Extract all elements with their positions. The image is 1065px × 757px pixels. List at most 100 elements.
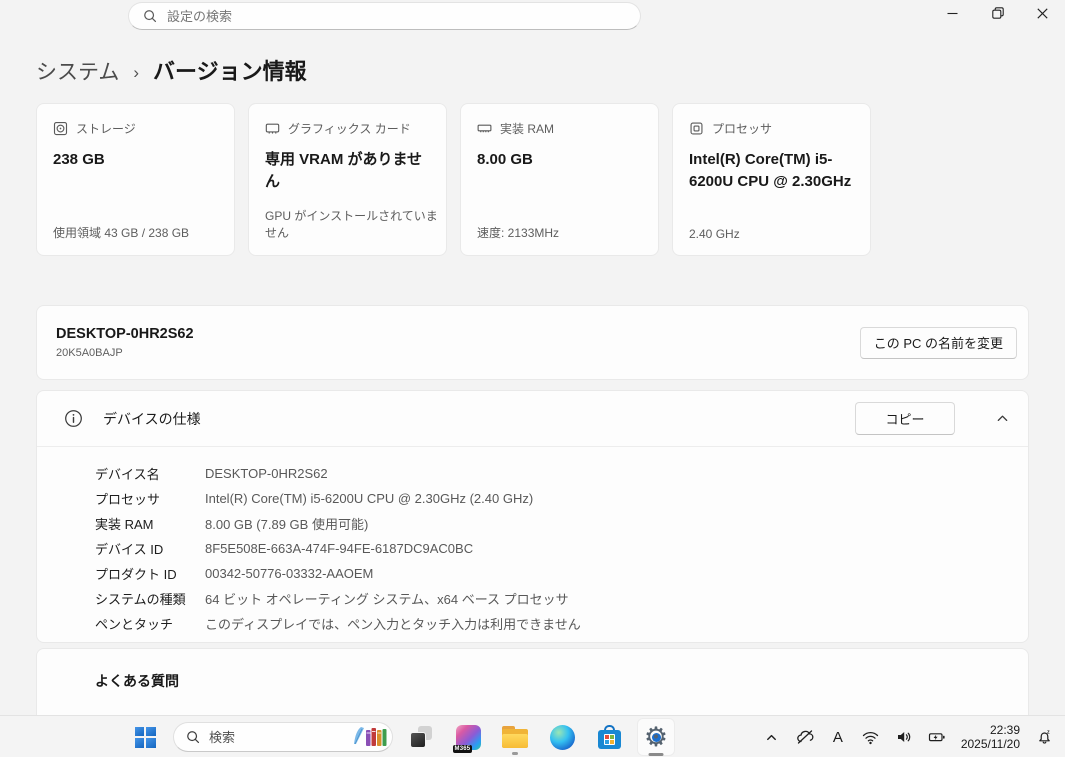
breadcrumb-separator-icon: › (133, 63, 139, 83)
spec-label: 実装 RAM (95, 514, 205, 533)
graphics-card-value: 専用 VRAM がありません (265, 149, 430, 193)
spec-label: プロセッサ (95, 489, 205, 508)
ime-mode-label: A (833, 729, 843, 746)
settings-search-input[interactable] (167, 9, 626, 24)
volume-button[interactable] (891, 720, 917, 754)
chevron-up-icon (996, 412, 1009, 425)
settings-search-box[interactable] (128, 2, 641, 30)
spec-value: DESKTOP-0HR2S62 (205, 466, 328, 481)
m365-copilot-button[interactable]: M365 (449, 718, 487, 756)
window-controls (930, 0, 1065, 26)
wifi-icon (862, 730, 879, 745)
m365-copilot-icon: M365 (456, 725, 481, 750)
speaker-icon (896, 729, 912, 745)
minimize-button[interactable] (930, 0, 975, 26)
taskbar-search-box[interactable] (173, 722, 393, 752)
tray-overflow-button[interactable] (759, 720, 785, 754)
device-specs-panel: デバイスの仕様 コピー デバイス名 DESKTOP-0HR2S62 プロセッサ … (36, 390, 1029, 643)
spec-label: デバイス名 (95, 464, 205, 483)
spec-row-device-id: デバイス ID 8F5E508E-663A-474F-94FE-6187DC9A… (95, 536, 1028, 561)
breadcrumb: システム › バージョン情報 (36, 54, 307, 86)
collapse-section-button[interactable] (987, 404, 1017, 434)
clock-time: 22:39 (961, 723, 1020, 737)
processor-card-value: Intel(R) Core(TM) i5-6200U CPU @ 2.30GHz (689, 149, 854, 193)
graphics-card-footer: GPU がインストールされていません (265, 207, 446, 241)
spec-value: このディスプレイでは、ペン入力とタッチ入力は利用できません (205, 614, 581, 633)
storage-card-value: 238 GB (53, 149, 218, 171)
edge-button[interactable] (543, 718, 581, 756)
clock-date: 2025/11/20 (961, 737, 1020, 751)
graphics-card: グラフィックス カード 専用 VRAM がありません GPU がインストールされ… (248, 103, 447, 256)
spec-value: 8.00 GB (7.89 GB 使用可能) (205, 514, 368, 533)
spec-row-ram: 実装 RAM 8.00 GB (7.89 GB 使用可能) (95, 511, 1028, 536)
onedrive-paused-icon (796, 729, 814, 745)
battery-charging-icon (928, 729, 946, 745)
taskbar-center: M365 ⚙ (126, 716, 675, 757)
spec-label: ペンとタッチ (95, 614, 205, 633)
wifi-button[interactable] (858, 720, 884, 754)
ram-card-footer: 速度: 2133MHz (477, 224, 559, 241)
summary-cards: ストレージ 238 GB 使用領域 43 GB / 238 GB グラフィックス… (36, 103, 871, 256)
info-icon (64, 409, 83, 428)
chevron-up-icon (764, 730, 779, 745)
edge-icon (550, 725, 575, 750)
settings-window: システム › バージョン情報 ストレージ 238 GB 使用領域 43 GB /… (0, 0, 1065, 757)
device-name-panel: DESKTOP-0HR2S62 20K5A0BAJP この PC の名前を変更 (36, 305, 1029, 380)
settings-app-button[interactable]: ⚙ (637, 718, 675, 756)
spec-row-device-name: デバイス名 DESKTOP-0HR2S62 (95, 461, 1028, 486)
cpu-icon (689, 121, 704, 136)
spec-row-product-id: プロダクト ID 00342-50776-03332-AAOEM (95, 561, 1028, 586)
gpu-icon (265, 121, 280, 136)
spec-label: プロダクト ID (95, 564, 205, 583)
system-tray: A (759, 716, 1057, 757)
bell-dnd-icon: z (1036, 729, 1053, 746)
task-view-button[interactable] (402, 718, 440, 756)
spec-row-system-type: システムの種類 64 ビット オペレーティング システム、x64 ベース プロセ… (95, 586, 1028, 611)
device-specs-title: デバイスの仕様 (103, 409, 835, 429)
storage-card: ストレージ 238 GB 使用領域 43 GB / 238 GB (36, 103, 235, 256)
graphics-card-label: グラフィックス カード (288, 120, 411, 137)
spec-value: 8F5E508E-663A-474F-94FE-6187DC9AC0BC (205, 541, 473, 556)
clock[interactable]: 22:39 2025/11/20 (957, 723, 1024, 751)
spec-value: 64 ビット オペレーティング システム、x64 ベース プロセッサ (205, 589, 569, 608)
storage-icon (53, 121, 68, 136)
spec-value: Intel(R) Core(TM) i5-6200U CPU @ 2.30GHz… (205, 491, 533, 506)
ram-icon (477, 121, 492, 136)
battery-button[interactable] (924, 720, 950, 754)
ime-mode-button[interactable]: A (825, 720, 851, 754)
breadcrumb-system[interactable]: システム (36, 56, 119, 86)
search-icon (186, 730, 200, 744)
processor-card-label: プロセッサ (712, 120, 772, 137)
spec-row-pen-touch: ペンとタッチ このディスプレイでは、ペン入力とタッチ入力は利用できません (95, 611, 1028, 636)
device-name: DESKTOP-0HR2S62 (56, 326, 860, 342)
restore-button[interactable] (975, 0, 1020, 26)
rename-pc-button[interactable]: この PC の名前を変更 (860, 327, 1017, 359)
device-specs-header[interactable]: デバイスの仕様 コピー (37, 391, 1028, 446)
taskbar: M365 ⚙ (0, 715, 1065, 757)
spec-value: 00342-50776-03332-AAOEM (205, 566, 373, 581)
processor-card: プロセッサ Intel(R) Core(TM) i5-6200U CPU @ 2… (672, 103, 871, 256)
ram-card: 実装 RAM 8.00 GB 速度: 2133MHz (460, 103, 659, 256)
settings-gear-icon: ⚙ (642, 723, 670, 751)
file-explorer-button[interactable] (496, 718, 534, 756)
page-title: バージョン情報 (153, 54, 307, 86)
notification-bell-button[interactable]: z (1031, 720, 1057, 754)
windows-logo-icon (135, 727, 156, 748)
active-indicator (649, 753, 664, 756)
processor-card-footer: 2.40 GHz (689, 227, 740, 241)
ram-card-label: 実装 RAM (500, 120, 554, 137)
close-button[interactable] (1020, 0, 1065, 26)
file-explorer-icon (502, 726, 528, 748)
spec-label: システムの種類 (95, 589, 205, 608)
microsoft-store-icon (597, 725, 622, 750)
titlebar (0, 0, 1065, 34)
storage-card-label: ストレージ (76, 120, 136, 137)
device-model: 20K5A0BAJP (56, 347, 860, 359)
faq-title: よくある質問 (95, 671, 1028, 691)
onedrive-button[interactable] (792, 720, 818, 754)
taskbar-search-input[interactable] (209, 730, 342, 745)
start-button[interactable] (126, 718, 164, 756)
copy-button[interactable]: コピー (855, 402, 955, 435)
search-icon (143, 9, 157, 23)
microsoft-store-button[interactable] (590, 718, 628, 756)
